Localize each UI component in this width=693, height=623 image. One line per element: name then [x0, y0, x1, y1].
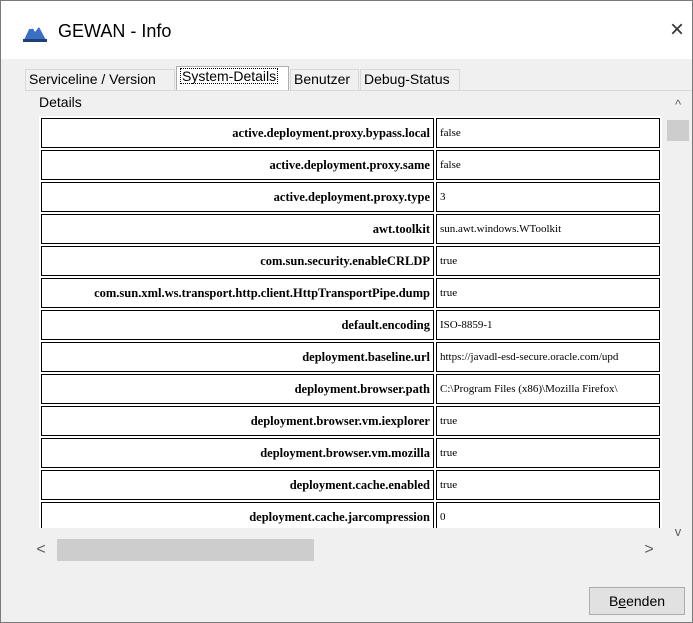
title-bar[interactable]: GEWAN - Info × — [1, 1, 692, 59]
property-key-cell[interactable]: active.deployment.proxy.same — [41, 150, 434, 180]
scroll-right-icon[interactable]: > — [637, 537, 661, 563]
table-row[interactable]: active.deployment.proxy.same false — [41, 150, 660, 180]
property-value-cell[interactable]: 3 — [436, 182, 660, 212]
property-value-cell[interactable]: 0 — [436, 502, 660, 528]
property-key-cell[interactable]: deployment.cache.jarcompression — [41, 502, 434, 528]
property-key-cell[interactable]: com.sun.xml.ws.transport.http.client.Htt… — [41, 278, 434, 308]
property-key-cell[interactable]: awt.toolkit — [41, 214, 434, 244]
table-row[interactable]: deployment.baseline.url https://javadl-es… — [41, 342, 660, 372]
vertical-scrollbar[interactable]: ^ v — [664, 91, 692, 552]
info-window: GEWAN - Info × Serviceline / Version Sys… — [0, 0, 693, 623]
table-row[interactable]: com.sun.xml.ws.transport.http.client.Htt… — [41, 278, 660, 308]
scroll-down-icon[interactable]: v — [664, 518, 692, 546]
tab-debug-status[interactable]: Debug-Status — [360, 69, 460, 90]
close-icon[interactable]: × — [665, 18, 689, 42]
property-key-cell[interactable]: deployment.browser.vm.iexplorer — [41, 406, 434, 436]
horizontal-scroll-thumb[interactable] — [57, 539, 314, 561]
property-value-cell[interactable]: false — [436, 150, 660, 180]
property-value-cell[interactable]: true — [436, 470, 660, 500]
property-value-cell[interactable]: true — [436, 246, 660, 276]
button-label-part: B — [608, 593, 619, 609]
properties-table: active.deployment.proxy.bypass.local fals… — [39, 116, 662, 528]
property-value-cell[interactable]: ISO-8859-1 — [436, 310, 660, 340]
table-row[interactable]: deployment.browser.vm.mozilla true — [41, 438, 660, 468]
scroll-left-icon[interactable]: < — [29, 537, 53, 563]
table-row[interactable]: active.deployment.proxy.bypass.local fals… — [41, 118, 660, 148]
table-row[interactable]: com.sun.security.enableCRLDP true — [41, 246, 660, 276]
table-row[interactable]: deployment.browser.path C:\Program Files … — [41, 374, 660, 404]
table-row[interactable]: awt.toolkit sun.awt.windows.WToolkit — [41, 214, 660, 244]
tab-label: Debug-Status — [364, 71, 450, 87]
horizontal-scrollbar[interactable]: < > — [25, 535, 664, 565]
properties-table-viewport[interactable]: active.deployment.proxy.bypass.local fals… — [39, 116, 662, 528]
property-value-cell[interactable]: true — [436, 278, 660, 308]
property-value-cell[interactable]: false — [436, 118, 660, 148]
property-key-cell[interactable]: deployment.browser.path — [41, 374, 434, 404]
beenden-button[interactable]: Beenden — [589, 587, 685, 615]
property-key-cell[interactable]: deployment.browser.vm.mozilla — [41, 438, 434, 468]
tab-label: Serviceline / Version — [29, 71, 156, 87]
property-key-cell[interactable]: deployment.baseline.url — [41, 342, 434, 372]
table-row[interactable]: default.encoding ISO-8859-1 — [41, 310, 660, 340]
button-mnemonic: e — [618, 593, 627, 609]
system-details-panel: Details active.deployment.proxy.bypass.l… — [25, 90, 692, 552]
tab-serviceline-version[interactable]: Serviceline / Version — [25, 69, 175, 90]
table-row[interactable]: active.deployment.proxy.type 3 — [41, 182, 660, 212]
property-key-cell[interactable]: active.deployment.proxy.type — [41, 182, 434, 212]
tab-label: Benutzer — [294, 71, 351, 87]
table-row[interactable]: deployment.browser.vm.iexplorer true — [41, 406, 660, 436]
tab-label: System-Details — [180, 68, 279, 84]
dialog-content: Serviceline / Version System-Details Ben… — [1, 59, 692, 622]
property-key-cell[interactable]: active.deployment.proxy.bypass.local — [41, 118, 434, 148]
window-title: GEWAN - Info — [58, 21, 172, 41]
details-label: Details — [39, 94, 82, 110]
property-value-cell[interactable]: https://javadl-esd-secure.oracle.com/upd — [436, 342, 660, 372]
property-value-cell[interactable]: true — [436, 438, 660, 468]
table-row[interactable]: deployment.cache.enabled true — [41, 470, 660, 500]
tab-system-details[interactable]: System-Details — [176, 66, 289, 91]
property-key-cell[interactable]: deployment.cache.enabled — [41, 470, 434, 500]
gewan-app-icon — [22, 20, 48, 42]
property-value-cell[interactable]: sun.awt.windows.WToolkit — [436, 214, 660, 244]
property-key-cell[interactable]: default.encoding — [41, 310, 434, 340]
table-row[interactable]: deployment.cache.jarcompression 0 — [41, 502, 660, 528]
property-value-cell[interactable]: true — [436, 406, 660, 436]
tab-benutzer[interactable]: Benutzer — [290, 69, 359, 90]
property-key-cell[interactable]: com.sun.security.enableCRLDP — [41, 246, 434, 276]
button-label-part: enden — [626, 593, 666, 609]
property-value-cell[interactable]: C:\Program Files (x86)\Mozilla Firefox\ — [436, 374, 660, 404]
vertical-scroll-thumb[interactable] — [667, 120, 689, 141]
scroll-up-icon[interactable]: ^ — [664, 91, 692, 119]
